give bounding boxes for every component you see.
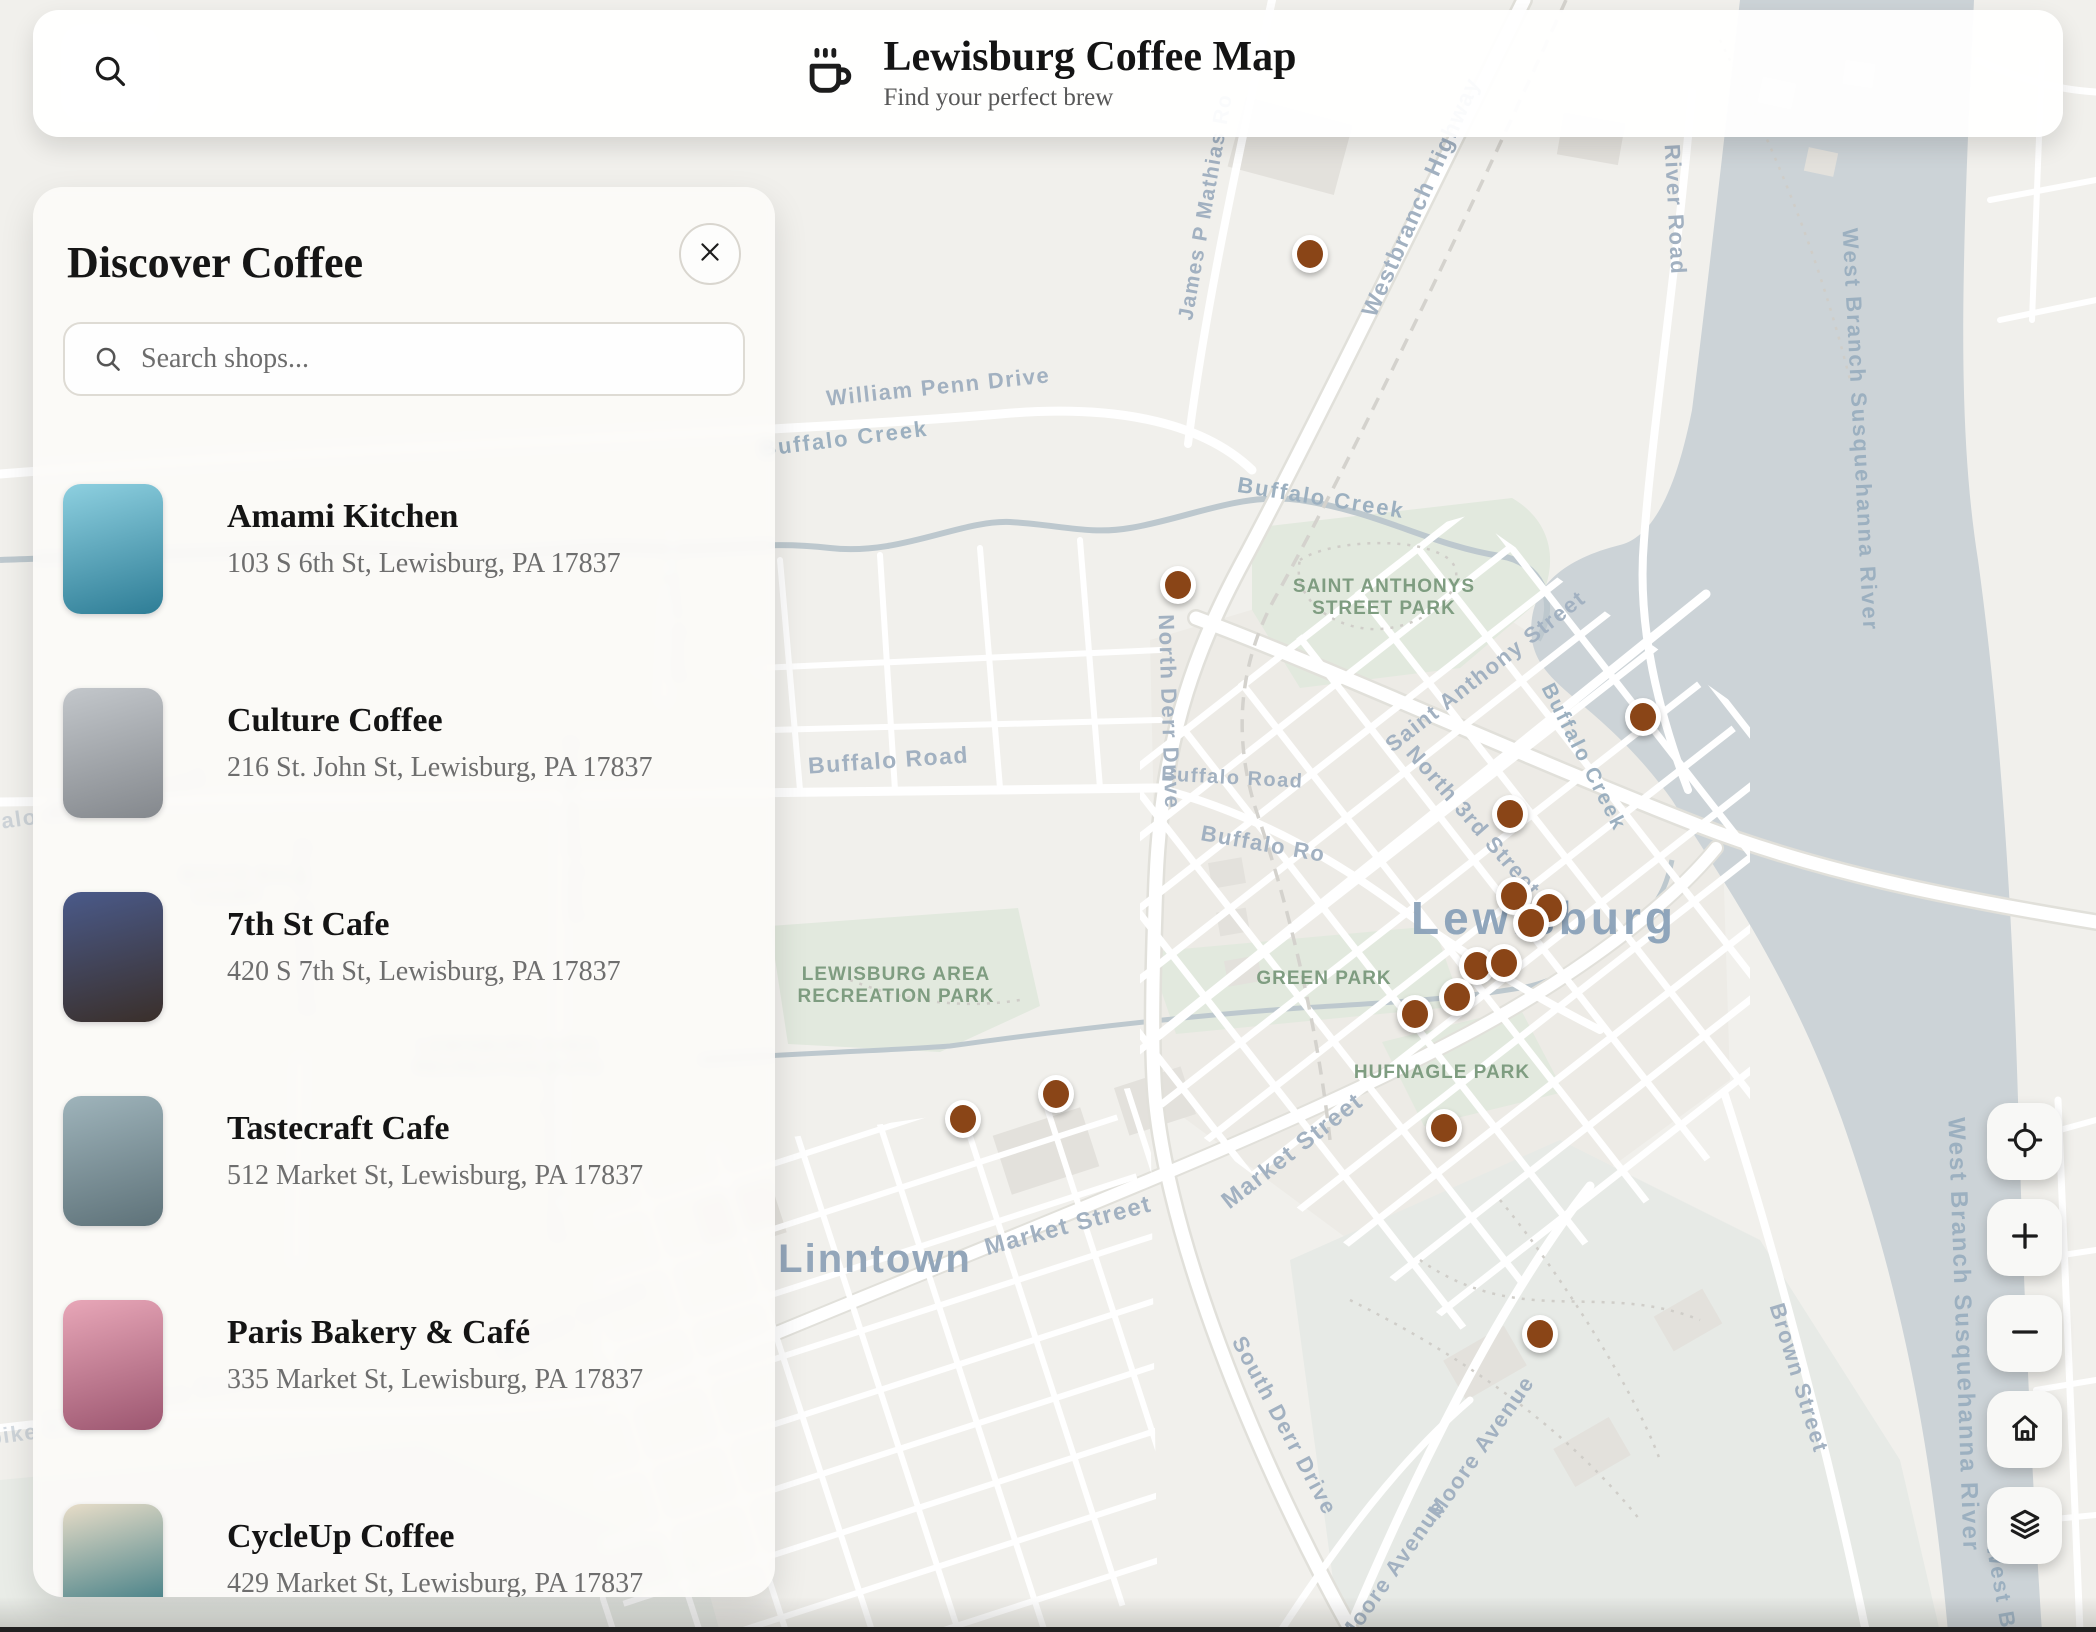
shop-name: Tastecraft Cafe [227,1110,643,1148]
shop-address: 103 S 6th St, Lewisburg, PA 17837 [227,548,621,580]
shop-marker[interactable] [1426,1109,1462,1147]
shop-photo [63,1300,163,1430]
shop-list-item[interactable]: Paris Bakery & Café 335 Market St, Lewis… [63,1300,745,1430]
map-controls [1987,1103,2062,1564]
search-icon [91,52,129,95]
shop-address: 335 Market St, Lewisburg, PA 17837 [227,1364,643,1396]
header-search-button[interactable] [61,24,159,122]
discover-panel: Discover Coffee Amami Kitchen 103 S 6th … [33,187,775,1597]
shop-photo [63,484,163,614]
map-label: SAINT ANTHONYS [1293,576,1475,597]
shop-marker[interactable] [1492,795,1528,833]
shop-marker[interactable] [1292,235,1328,273]
map-label: LEWISBURG AREA [802,964,991,985]
shop-photo [63,688,163,818]
map-label: HUFNAGLE PARK [1354,1062,1530,1083]
map-label: Linntown [778,1237,972,1281]
app: William Penn DriveBuffalo CreekBuffalo C… [0,0,2096,1632]
shop-name: 7th St Cafe [227,906,621,944]
shop-search-field [63,322,745,396]
shop-photo [63,892,163,1022]
shop-marker[interactable] [1439,978,1475,1016]
shop-marker[interactable] [1160,566,1196,604]
shop-list: Amami Kitchen 103 S 6th St, Lewisburg, P… [63,484,745,1597]
shop-list-item[interactable]: 7th St Cafe 420 S 7th St, Lewisburg, PA … [63,892,745,1022]
shop-list-item[interactable]: Culture Coffee 216 St. John St, Lewisbur… [63,688,745,818]
minus-icon [2007,1314,2043,1353]
shop-marker[interactable] [945,1100,981,1138]
shop-marker[interactable] [1397,995,1433,1033]
plus-icon [2007,1218,2043,1257]
shop-name: Culture Coffee [227,702,653,740]
shop-list-item[interactable]: Tastecraft Cafe 512 Market St, Lewisburg… [63,1096,745,1226]
shop-name: CycleUp Coffee [227,1518,643,1556]
shop-name: Paris Bakery & Café [227,1314,643,1352]
shop-list-item[interactable]: CycleUp Coffee 429 Market St, Lewisburg,… [63,1504,745,1597]
shop-address: 429 Market St, Lewisburg, PA 17837 [227,1568,643,1597]
map-control-zoom-out[interactable] [1987,1295,2062,1372]
shop-marker[interactable] [1522,1315,1558,1353]
shop-photo [63,1096,163,1226]
map-control-zoom-in[interactable] [1987,1199,2062,1276]
page-title: Lewisburg Coffee Map [884,35,1297,79]
map-control-layers[interactable] [1987,1487,2062,1564]
shop-photo [63,1504,163,1597]
panel-title: Discover Coffee [67,237,745,288]
shop-address: 512 Market St, Lewisburg, PA 17837 [227,1160,643,1192]
page-subtitle: Find your perfect brew [884,84,1297,112]
shop-name: Amami Kitchen [227,498,621,536]
coffee-cup-icon [800,42,858,105]
window-bottom-edge [0,1627,2096,1632]
map-label: STREET PARK [1312,598,1456,619]
shop-marker[interactable] [1625,698,1661,736]
shop-address: 420 S 7th St, Lewisburg, PA 17837 [227,956,621,988]
shop-marker[interactable] [1513,904,1549,942]
map-control-home[interactable] [1987,1391,2062,1468]
layers-icon [2007,1506,2043,1545]
shop-search-input[interactable] [139,342,743,376]
locate-icon [2007,1122,2043,1161]
shop-marker[interactable] [1486,944,1522,982]
shop-marker[interactable] [1038,1075,1074,1113]
shop-address: 216 St. John St, Lewisburg, PA 17837 [227,752,653,784]
close-panel-button[interactable] [679,223,741,285]
map-control-locate[interactable] [1987,1103,2062,1180]
header: Lewisburg Coffee Map Find your perfect b… [33,10,2063,137]
home-icon [2008,1411,2042,1448]
close-icon [697,239,723,270]
map-label: RECREATION PARK [798,986,995,1007]
shop-list-item[interactable]: Amami Kitchen 103 S 6th St, Lewisburg, P… [63,484,745,614]
map-label: GREEN PARK [1256,968,1391,989]
search-icon [93,344,123,374]
